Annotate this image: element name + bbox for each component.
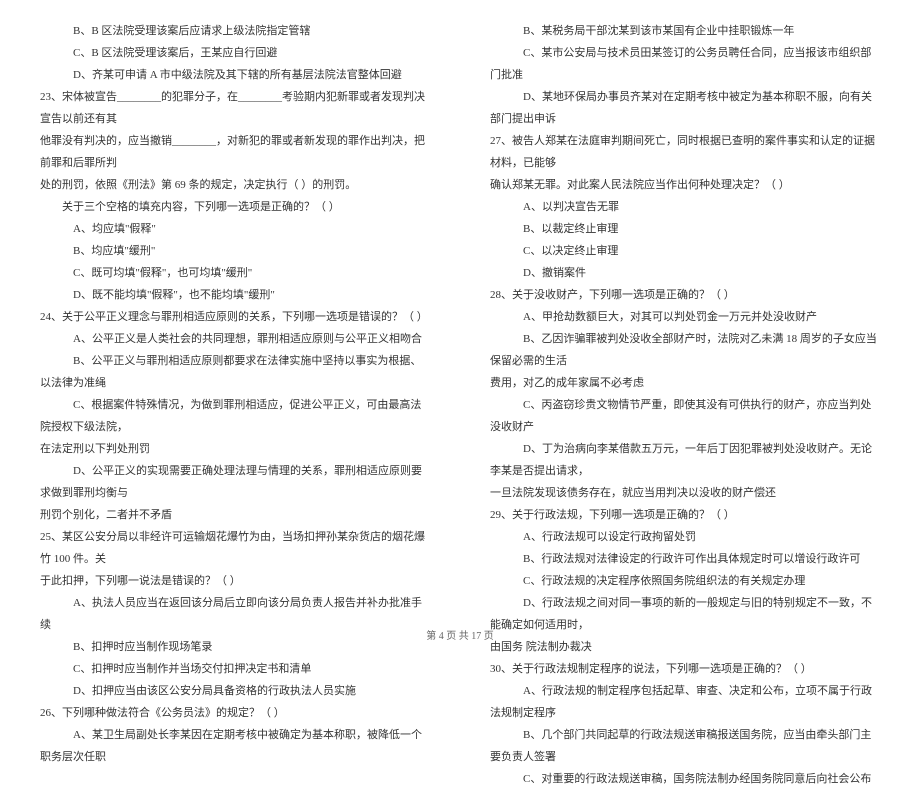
q28-option-d-2: 一旦法院发现该债务存在，就应当用判决以没收的财产偿还	[490, 482, 880, 504]
q24-option-b: B、公平正义与罪刑相适应原则都要求在法律实施中坚持以事实为根据、以法律为准绳	[40, 350, 430, 394]
q24-option-d-2: 刑罚个别化，二者并不矛盾	[40, 504, 430, 526]
q24-option-c-1: C、根据案件特殊情况，为做到罪刑相适应，促进公平正义，可由最高法院授权下级法院，	[40, 394, 430, 438]
q28-option-b-1: B、乙因诈骗罪被判处没收全部财产时，法院对乙未满 18 周岁的子女应当保留必需的…	[490, 328, 880, 372]
q24-option-c-2: 在法定刑以下判处刑罚	[40, 438, 430, 460]
q27-option-a: A、以判决宣告无罪	[490, 196, 880, 218]
q24-option-d-1: D、公平正义的实现需要正确处理法理与情理的关系，罪刑相适应原则要求做到罪刑均衡与	[40, 460, 430, 504]
page-columns: B、B 区法院受理该案后应请求上级法院指定管辖 C、B 区法院受理该案后，王某应…	[0, 0, 920, 800]
q25-stem-1: 25、某区公安分局以非经许可运输烟花爆竹为由，当场扣押孙某杂货店的烟花爆竹 10…	[40, 526, 430, 570]
q23-stem-3: 处的刑罚，依照《刑法》第 69 条的规定，决定执行（ ）的刑罚。	[40, 174, 430, 196]
q27-option-c: C、以决定终止审理	[490, 240, 880, 262]
q29-option-b: B、行政法规对法律设定的行政许可作出具体规定时可以增设行政许可	[490, 548, 880, 570]
q23-option-a: A、均应填"假释"	[40, 218, 430, 240]
q22-option-d: D、齐某可申请 A 市中级法院及其下辖的所有基层法院法官整体回避	[40, 64, 430, 86]
q25-stem-2: 于此扣押，下列哪一说法是错误的？（ ）	[40, 570, 430, 592]
q25-option-c: C、扣押时应当制作并当场交付扣押决定书和清单	[40, 658, 430, 680]
q28-option-d-1: D、丁为治病向李某借款五万元，一年后丁因犯罪被判处没收财产。无论李某是否提出请求…	[490, 438, 880, 482]
q28-option-b-2: 费用，对乙的成年家属不必考虑	[490, 372, 880, 394]
q30-option-b: B、几个部门共同起草的行政法规送审稿报送国务院，应当由牵头部门主要负责人签署	[490, 724, 880, 768]
q26-stem: 26、下列哪种做法符合《公务员法》的规定？（ ）	[40, 702, 430, 724]
q27-stem-2: 确认郑某无罪。对此案人民法院应当作出何种处理决定？（ ）	[490, 174, 880, 196]
q29-option-c: C、行政法规的决定程序依照国务院组织法的有关规定办理	[490, 570, 880, 592]
q26-option-d: D、某地环保局办事员齐某对在定期考核中被定为基本称职不服，向有关部门提出申诉	[490, 86, 880, 130]
q24-stem: 24、关于公平正义理念与罪刑相适应原则的关系，下列哪一选项是错误的？（ ）	[40, 306, 430, 328]
page-footer: 第 4 页 共 17 页	[0, 627, 920, 642]
q26-option-b: B、某税务局干部沈某到该市某国有企业中挂职锻炼一年	[490, 20, 880, 42]
q30-stem: 30、关于行政法规制定程序的说法，下列哪一选项是正确的？（ ）	[490, 658, 880, 680]
q26-option-a: A、某卫生局副处长李某因在定期考核中被确定为基本称职，被降低一个职务层次任职	[40, 724, 430, 768]
q23-stem-1: 23、宋体被宣告________的犯罪分子，在________考验期内犯新罪或者…	[40, 86, 430, 130]
q27-option-b: B、以裁定终止审理	[490, 218, 880, 240]
q23-stem-2: 他罪没有判决的，应当撤销________，对新犯的罪或者新发现的罪作出判决，把前…	[40, 130, 430, 174]
q23-option-d: D、既不能均填"假释"，也不能均填"缓刑"	[40, 284, 430, 306]
q29-stem: 29、关于行政法规，下列哪一选项是正确的？（ ）	[490, 504, 880, 526]
q26-option-c: C、某市公安局与技术员田某签订的公务员聘任合同，应当报该市组织部门批准	[490, 42, 880, 86]
q29-option-a: A、行政法规可以设定行政拘留处罚	[490, 526, 880, 548]
right-column: B、某税务局干部沈某到该市某国有企业中挂职锻炼一年 C、某市公安局与技术员田某签…	[490, 20, 880, 790]
q27-stem-1: 27、被告人郑某在法庭审判期间死亡，同时根据已查明的案件事实和认定的证据材料，已…	[490, 130, 880, 174]
q24-option-a: A、公平正义是人类社会的共同理想，罪刑相适应原则与公平正义相吻合	[40, 328, 430, 350]
q22-option-c: C、B 区法院受理该案后，王某应自行回避	[40, 42, 430, 64]
q30-option-c: C、对重要的行政法规送审稿，国务院法制办经国务院同意后向社会公布	[490, 768, 880, 790]
q23-option-c: C、既可均填"假释"，也可均填"缓刑"	[40, 262, 430, 284]
q28-stem: 28、关于没收财产，下列哪一选项是正确的？（ ）	[490, 284, 880, 306]
q23-option-b: B、均应填"缓刑"	[40, 240, 430, 262]
q30-option-a: A、行政法规的制定程序包括起草、审查、决定和公布，立项不属于行政法规制定程序	[490, 680, 880, 724]
q28-option-a: A、甲抢劫数额巨大，对其可以判处罚金一万元并处没收财产	[490, 306, 880, 328]
q27-option-d: D、撤销案件	[490, 262, 880, 284]
q28-option-c: C、丙盗窃珍贵文物情节严重，即使其没有可供执行的财产，亦应当判处没收财产	[490, 394, 880, 438]
q22-option-b: B、B 区法院受理该案后应请求上级法院指定管辖	[40, 20, 430, 42]
q23-stem-4: 关于三个空格的填充内容，下列哪一选项是正确的？（ ）	[40, 196, 430, 218]
left-column: B、B 区法院受理该案后应请求上级法院指定管辖 C、B 区法院受理该案后，王某应…	[40, 20, 430, 790]
q25-option-d: D、扣押应当由该区公安分局具备资格的行政执法人员实施	[40, 680, 430, 702]
